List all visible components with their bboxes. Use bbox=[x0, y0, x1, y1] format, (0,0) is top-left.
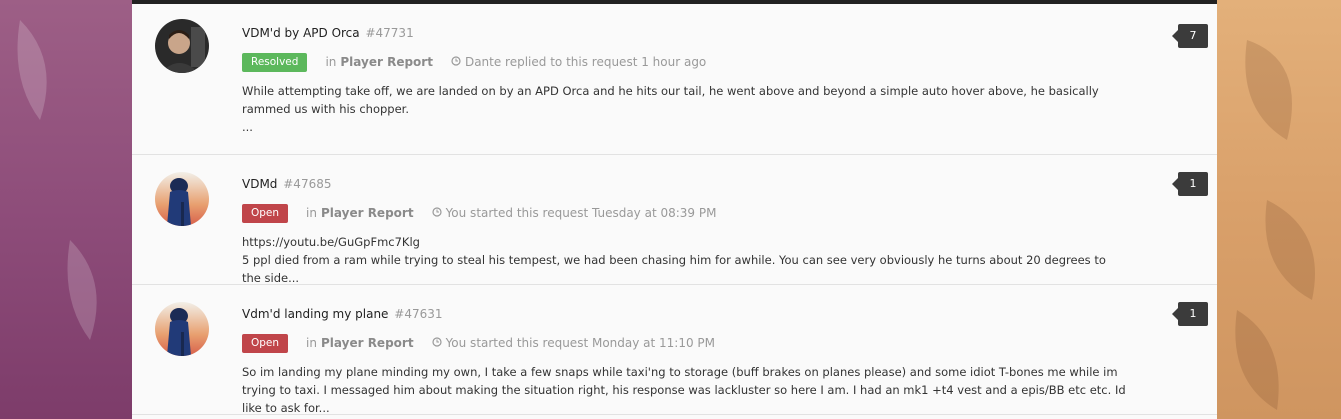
request-excerpt: So im landing my plane minding my own, I… bbox=[242, 363, 1127, 417]
request-id: #47731 bbox=[365, 26, 414, 40]
clock-icon bbox=[431, 336, 442, 350]
user-photo-icon bbox=[155, 302, 209, 356]
request-list: VDM'd by APD Orca #47731 Resolved in Pla… bbox=[132, 0, 1217, 419]
excerpt-text: While attempting take off, we are landed… bbox=[242, 84, 1099, 116]
clock-icon bbox=[451, 55, 461, 69]
request-title-link[interactable]: VDMd bbox=[242, 177, 277, 191]
leaf-decoration-right bbox=[1235, 40, 1315, 410]
avatar[interactable] bbox=[155, 172, 209, 226]
list-item[interactable]: VDMd #47685 Open in Player Report You st… bbox=[132, 155, 1217, 285]
request-excerpt: https://youtu.be/GuGpFmc7Klg 5 ppl died … bbox=[242, 233, 1127, 287]
list-item[interactable]: VDM'd by APD Orca #47731 Resolved in Pla… bbox=[132, 4, 1217, 155]
list-item[interactable]: Vdm'd landing my plane #47631 Open in Pl… bbox=[132, 285, 1217, 415]
category-link[interactable]: Player Report bbox=[321, 336, 414, 350]
avatar[interactable] bbox=[155, 19, 209, 73]
in-label: in bbox=[306, 206, 317, 220]
request-meta: Open in Player Report You started this r… bbox=[242, 203, 1127, 223]
excerpt-link-text: https://youtu.be/GuGpFmc7Klg bbox=[242, 235, 420, 249]
activity-text: You started this request Monday at 11:10… bbox=[445, 336, 716, 350]
clock-icon bbox=[431, 206, 442, 220]
request-title-link[interactable]: VDM'd by APD Orca bbox=[242, 26, 360, 40]
activity-text: Dante replied to this request 1 hour ago bbox=[464, 55, 707, 69]
request-title-line: Vdm'd landing my plane #47631 bbox=[242, 305, 1127, 323]
request-excerpt: While attempting take off, we are landed… bbox=[242, 82, 1127, 136]
reply-count-badge[interactable]: 1 bbox=[1172, 302, 1208, 326]
request-title-link[interactable]: Vdm'd landing my plane bbox=[242, 307, 388, 321]
reply-count-badge[interactable]: 1 bbox=[1172, 172, 1208, 196]
in-label: in bbox=[325, 55, 337, 69]
leaf-decoration-left bbox=[17, 20, 97, 340]
excerpt-ellipsis: ... bbox=[242, 120, 253, 134]
status-badge: Open bbox=[242, 203, 289, 223]
status-badge: Resolved bbox=[242, 52, 308, 72]
request-id: #47631 bbox=[394, 307, 443, 321]
activity-text: You started this request Tuesday at 08:3… bbox=[445, 206, 717, 220]
excerpt-text: So im landing my plane minding my own, I… bbox=[242, 365, 1126, 415]
request-meta: Open in Player Report You started this r… bbox=[242, 333, 1127, 353]
avatar[interactable] bbox=[155, 302, 209, 356]
user-photo-icon bbox=[155, 19, 209, 73]
user-photo-icon bbox=[155, 172, 209, 226]
reply-count-badge[interactable]: 7 bbox=[1172, 24, 1208, 48]
request-meta: Resolved in Player Report Dante replied … bbox=[242, 52, 1127, 72]
request-title-line: VDM'd by APD Orca #47731 bbox=[242, 24, 1127, 42]
category-link[interactable]: Player Report bbox=[340, 55, 433, 69]
request-id: #47685 bbox=[283, 177, 332, 191]
excerpt-text: 5 ppl died from a ram while trying to st… bbox=[242, 253, 1106, 285]
request-title-line: VDMd #47685 bbox=[242, 175, 1127, 193]
category-link[interactable]: Player Report bbox=[321, 206, 414, 220]
in-label: in bbox=[306, 336, 317, 350]
status-badge: Open bbox=[242, 333, 289, 353]
